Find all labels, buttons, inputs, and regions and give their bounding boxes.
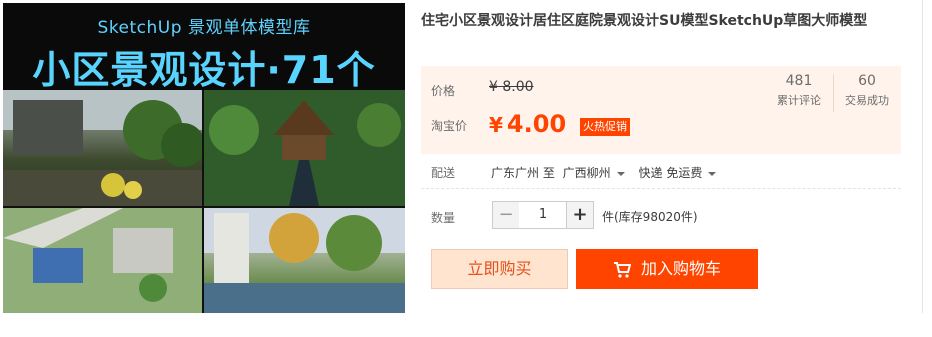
banner-title: 小区景观设计·71个 — [32, 48, 376, 92]
banner-subtitle: SketchUp 景观单体模型库 — [97, 18, 311, 38]
quantity-label: 数量 — [431, 211, 456, 225]
add-to-cart-label: 加入购物车 — [640, 259, 721, 278]
render-tile-pavilion — [204, 90, 405, 206]
shipping-method: 快递 免运费 — [638, 166, 703, 180]
quantity-decrease-button[interactable]: − — [492, 201, 520, 229]
price-label: 价格 — [431, 84, 456, 98]
current-price: ¥4.00 — [489, 110, 566, 138]
divider — [421, 188, 901, 189]
quantity-input[interactable]: 1 — [519, 201, 567, 229]
reviews-stat[interactable]: 481 累计评论 — [769, 72, 829, 108]
shipping-from: 广东广州 至 — [491, 166, 555, 180]
price-panel: 价格 ¥ 8.00 淘宝价 ¥4.00 火热促销 481 累计评论 60 交易成… — [421, 66, 901, 154]
stock-text: 件(库存98020件) — [602, 210, 698, 224]
shipping-label: 配送 — [431, 166, 456, 180]
cart-icon — [613, 261, 631, 278]
deals-label: 交易成功 — [845, 94, 889, 107]
current-price-value: 4.00 — [506, 110, 567, 138]
chevron-down-icon — [616, 171, 625, 176]
original-price: ¥ 8.00 — [489, 79, 534, 95]
deals-stat: 60 交易成功 — [837, 72, 897, 108]
add-to-cart-button[interactable]: 加入购物车 — [576, 249, 758, 289]
stat-divider — [833, 74, 834, 112]
reviews-count: 481 — [785, 73, 813, 89]
taobao-price-label: 淘宝价 — [431, 119, 468, 133]
render-tile-aerial — [3, 208, 202, 313]
buy-now-button[interactable]: 立即购买 — [431, 249, 568, 289]
render-tile-plaza — [3, 90, 202, 206]
product-image[interactable]: SketchUp 景观单体模型库 小区景观设计·71个 — [3, 3, 405, 313]
quantity-increase-button[interactable]: + — [566, 201, 594, 229]
shipping-destination: 广西柳州 — [562, 166, 611, 180]
chevron-down-icon — [708, 171, 717, 176]
shipping-method-select[interactable]: 快递 免运费 — [639, 166, 723, 180]
reviews-label: 累计评论 — [777, 94, 821, 107]
shipping-value: 广东广州 至 广西柳州 快递 免运费 — [491, 164, 722, 181]
deals-count: 60 — [858, 73, 876, 89]
product-title: 住宅小区景观设计居住区庭院景观设计SU模型SketchUp草图大师模型 — [421, 13, 868, 29]
currency-symbol: ¥ — [489, 113, 503, 137]
page-divider — [922, 0, 923, 313]
shipping-destination-select[interactable]: 广西柳州 — [563, 166, 631, 180]
render-tile-pond — [204, 208, 405, 313]
product-image-banner: SketchUp 景观单体模型库 小区景观设计·71个 — [3, 3, 405, 92]
promo-badge: 火热促销 — [580, 118, 630, 136]
